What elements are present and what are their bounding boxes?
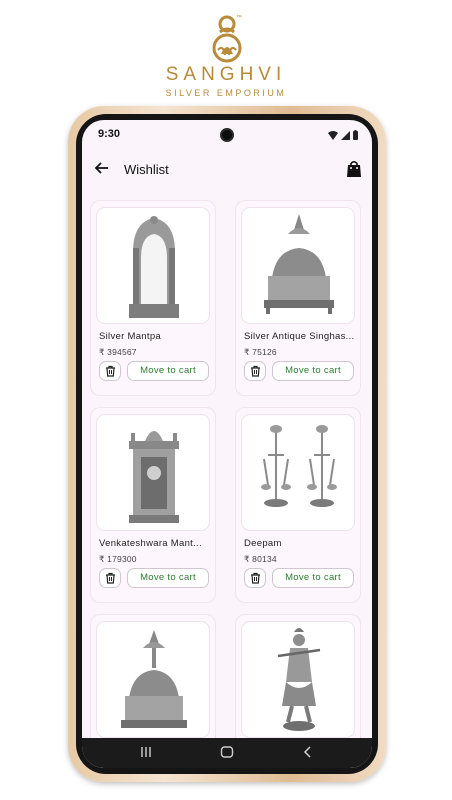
delete-button[interactable] xyxy=(99,361,121,381)
product-name[interactable]: Venkateshwara Mant... xyxy=(99,538,211,549)
sanghvi-logo-icon xyxy=(212,15,242,63)
wifi-icon xyxy=(328,130,338,140)
product-name[interactable]: Deepam xyxy=(244,538,356,549)
arrow-left-icon[interactable] xyxy=(92,160,112,180)
product-image-krishna-idol[interactable] xyxy=(241,621,355,738)
move-to-cart-button[interactable]: Move to cart xyxy=(272,568,354,588)
trash-icon xyxy=(105,572,115,584)
app-screen: 9:30 Wishlist Silver Mantpa ₹ 394567 Mov… xyxy=(82,120,372,768)
brand-header: ™ SANGHVI SILVER EMPORIUM xyxy=(0,0,452,105)
product-image-silver-singhasan-2[interactable] xyxy=(96,621,210,738)
move-to-cart-button[interactable]: Move to cart xyxy=(127,568,209,588)
status-time: 9:30 xyxy=(98,128,121,140)
page-title: Wishlist xyxy=(124,162,169,177)
status-icons xyxy=(328,130,358,140)
delete-button[interactable] xyxy=(244,361,266,381)
wishlist-card[interactable]: Silver Antique Singhas... ₹ 75126 Move t… xyxy=(235,200,361,396)
battery-icon xyxy=(353,130,358,140)
trademark-symbol: ™ xyxy=(236,15,242,21)
recent-apps-icon[interactable] xyxy=(140,745,152,762)
trash-icon xyxy=(250,365,260,377)
wishlist-card[interactable]: Deepam ₹ 80134 Move to cart xyxy=(235,407,361,603)
back-nav-icon[interactable] xyxy=(302,745,312,762)
delete-button[interactable] xyxy=(99,568,121,588)
product-image-venkateshwara-mantapa[interactable] xyxy=(96,414,210,531)
product-price: ₹ 75126 xyxy=(244,347,277,357)
trash-icon xyxy=(105,365,115,377)
product-name[interactable]: Silver Mantpa xyxy=(99,331,211,342)
status-bar: 9:30 xyxy=(82,120,372,150)
product-image-silver-singhasan[interactable] xyxy=(241,207,355,324)
move-to-cart-button[interactable]: Move to cart xyxy=(127,361,209,381)
product-price: ₹ 179300 xyxy=(99,554,137,564)
trash-icon xyxy=(250,572,260,584)
product-price: ₹ 394567 xyxy=(99,347,137,357)
product-name[interactable]: Silver Antique Singhas... xyxy=(244,331,356,342)
brand-name: SANGHVI xyxy=(165,64,287,85)
product-price: ₹ 80134 xyxy=(244,554,277,564)
product-image-deepam-lamp[interactable] xyxy=(241,414,355,531)
signal-icon xyxy=(341,130,350,140)
system-navigation-bar xyxy=(82,738,372,768)
app-bar: Wishlist xyxy=(82,150,372,190)
home-icon[interactable] xyxy=(220,745,234,762)
brand-tagline: SILVER EMPORIUM xyxy=(165,88,287,98)
move-to-cart-button[interactable]: Move to cart xyxy=(272,361,354,381)
product-image-silver-mantapa[interactable] xyxy=(96,207,210,324)
front-camera xyxy=(220,128,234,142)
delete-button[interactable] xyxy=(244,568,266,588)
wishlist-card[interactable]: Venkateshwara Mant... ₹ 179300 Move to c… xyxy=(90,407,216,603)
shopping-bag-icon[interactable] xyxy=(344,159,364,179)
wishlist-card[interactable]: Silver Mantpa ₹ 394567 Move to cart xyxy=(90,200,216,396)
